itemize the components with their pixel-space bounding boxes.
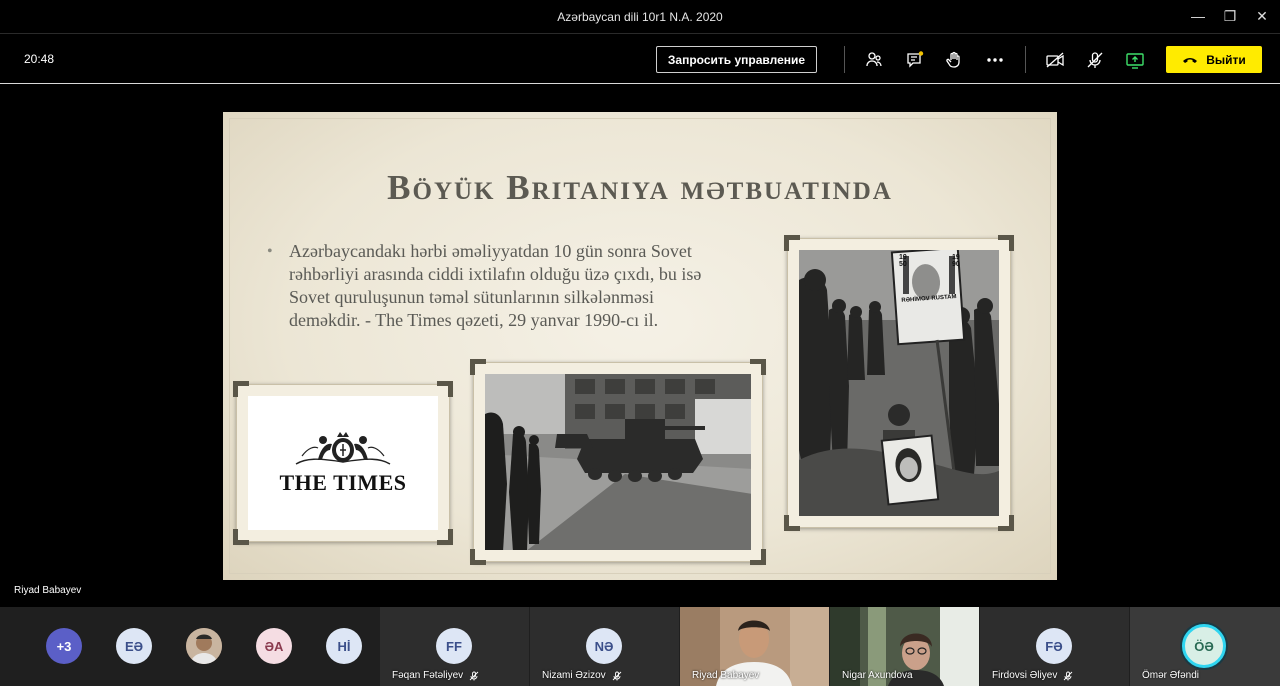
raise-hand-icon[interactable] <box>942 48 966 72</box>
slide-bullet-text: Azərbaycandakı hərbi əməliyyatdan 10 gün… <box>289 241 702 330</box>
participant-name: Fəqan Fətəliyev <box>392 670 479 681</box>
participant-name: Riyad Babayev <box>692 670 760 681</box>
times-logo: THE TIMES <box>248 396 438 530</box>
participant-tile[interactable]: NƏ Nizami Əzizov <box>530 607 679 686</box>
participant-avatar[interactable]: ƏA <box>256 628 292 664</box>
meeting-timer: 20:48 <box>24 52 55 66</box>
participant-photo-avatar[interactable] <box>186 628 222 664</box>
tank-photo-frame <box>470 359 766 565</box>
participants-icon[interactable] <box>862 48 886 72</box>
participant-avatar: FƏ <box>1036 628 1072 664</box>
camera-off-icon[interactable] <box>1043 48 1067 72</box>
leave-button[interactable]: Выйти <box>1166 46 1262 73</box>
mic-off-icon[interactable] <box>1083 48 1107 72</box>
title-bar: Azərbaycan dili 10r1 N.A. 2020 — ❐ ✕ <box>0 0 1280 34</box>
maximize-button[interactable]: ❐ <box>1220 6 1240 26</box>
participant-name: Ömər Əfəndi <box>1142 670 1199 681</box>
mic-off-icon <box>469 671 479 680</box>
participant-avatar: FF <box>436 628 472 664</box>
participant-avatar: ÖƏ <box>1182 624 1226 668</box>
close-window-button[interactable]: ✕ <box>1252 6 1272 26</box>
participant-video-tile[interactable]: Riyad Babayev <box>680 607 829 686</box>
bullet-dot-icon: • <box>267 243 273 260</box>
funeral-crowd-photo: RƏHİMOV RUSTAM 1950 1990 <box>799 250 999 516</box>
toolbar-divider <box>1025 46 1026 73</box>
participant-strip: +3 EƏ ƏA Hİ FF Fəqan Fətəliyev NƏ Nizami… <box>0 607 1280 686</box>
share-tray-icon[interactable] <box>1123 48 1147 72</box>
participant-video-tile[interactable]: Nigar Axundova <box>830 607 979 686</box>
times-logo-frame: THE TIMES <box>233 381 453 545</box>
poster-year-left: 1950 <box>899 254 907 268</box>
poster-year-right: 1990 <box>952 254 960 268</box>
tank-street-photo <box>485 374 751 550</box>
meeting-toolbar: 20:48 Запросить управление Выйти <box>0 35 1280 84</box>
times-logo-text: THE TIMES <box>279 470 407 495</box>
more-participants-button[interactable]: +3 <box>46 628 82 664</box>
presenter-name-label: Riyad Babayev <box>14 585 82 596</box>
toolbar-divider <box>844 46 845 73</box>
participant-tile[interactable]: FF Fəqan Fətəliyev <box>380 607 529 686</box>
slide-bullet: • Azərbaycandakı hərbi əməliyyatdan 10 g… <box>267 240 729 332</box>
funeral-photo-frame: RƏHİMOV RUSTAM 1950 1990 <box>784 235 1014 531</box>
participant-tile-speaking[interactable]: ÖƏ Ömər Əfəndi <box>1130 607 1280 686</box>
participant-avatar[interactable]: Hİ <box>326 628 362 664</box>
participant-avatar: NƏ <box>586 628 622 664</box>
participant-name: Nizami Əzizov <box>542 670 622 681</box>
minimize-button[interactable]: — <box>1188 6 1208 26</box>
hang-up-icon <box>1183 57 1198 63</box>
window-title: Azərbaycan dili 10r1 N.A. 2020 <box>557 10 723 24</box>
coat-of-arms-icon <box>295 432 391 465</box>
participant-name: Nigar Axundova <box>842 670 913 681</box>
shared-content-stage: Böyük Britaniya mətbuatında • Azərbaycan… <box>0 85 1280 607</box>
participant-name: Firdovsi Əliyev <box>992 670 1073 681</box>
slide-title: Böyük Britaniya mətbuatında <box>387 168 893 207</box>
participant-avatar[interactable]: EƏ <box>116 628 152 664</box>
more-icon[interactable] <box>983 48 1007 72</box>
request-control-button[interactable]: Запросить управление <box>656 46 817 73</box>
presentation-slide: Böyük Britaniya mətbuatında • Azərbaycan… <box>223 112 1057 580</box>
leave-label: Выйти <box>1206 52 1246 67</box>
mic-off-icon <box>1063 671 1073 680</box>
participant-tile[interactable]: FƏ Firdovsi Əliyev <box>980 607 1129 686</box>
mic-off-icon <box>612 671 621 680</box>
chat-icon[interactable] <box>903 48 927 72</box>
